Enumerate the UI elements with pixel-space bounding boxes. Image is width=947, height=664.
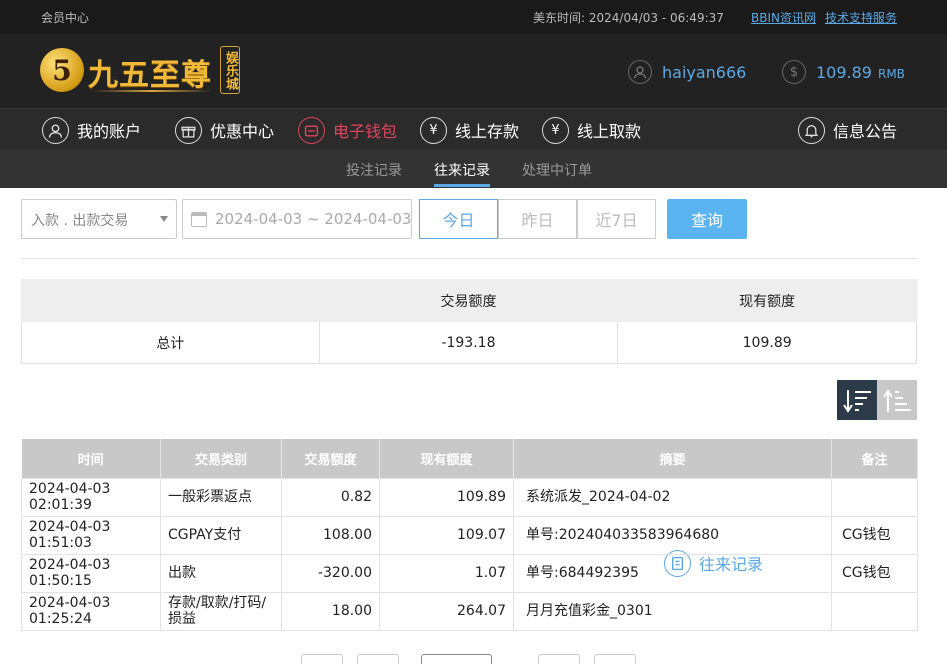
summary-table: 交易额度 现有额度 总计 -193.18 109.89 xyxy=(21,279,917,364)
cell-time: 2024-04-03 01:50:15 xyxy=(21,553,161,593)
header: 5 九五至尊 娱乐城 haiyan666 $ 109.89 RMB xyxy=(0,34,947,108)
records-table: 时间 交易类别 交易额度 现有额度 摘要 备注 2024-04-03 02:01… xyxy=(21,439,918,631)
cell-summary: 系统派发_2024-04-02 xyxy=(513,477,832,517)
cell-balance: 109.07 xyxy=(379,515,514,555)
col-remark[interactable]: 备注 xyxy=(831,439,918,478)
transaction-type-select[interactable]: 入款 . 出款交易 xyxy=(21,199,177,239)
bell-icon xyxy=(798,116,825,144)
dollar-icon: $ xyxy=(782,60,806,84)
sort-ascending-button[interactable] xyxy=(877,380,917,420)
tab-bet-records[interactable]: 投注记录 xyxy=(346,160,402,180)
calendar-icon xyxy=(191,211,207,227)
cell-remark xyxy=(831,591,918,631)
summary-total-balance: 109.89 xyxy=(617,321,917,364)
summary-total-row: 总计 -193.18 109.89 xyxy=(21,321,917,364)
col-amount[interactable]: 交易额度 xyxy=(281,439,380,478)
cell-time: 2024-04-03 01:25:24 xyxy=(21,591,161,631)
cell-amount: 108.00 xyxy=(281,515,380,555)
gift-icon xyxy=(175,116,202,144)
summary-header-empty xyxy=(21,279,320,322)
pager-current[interactable] xyxy=(421,654,492,664)
cell-remark: CG钱包 xyxy=(831,515,918,555)
site-logo[interactable]: 5 九五至尊 娱乐城 xyxy=(40,44,240,98)
username: haiyan666 xyxy=(662,62,747,82)
cell-summary: 单号:202404033583964680 xyxy=(513,515,832,555)
summary-total-label: 总计 xyxy=(21,321,320,364)
member-center-label[interactable]: 会员中心 xyxy=(41,9,89,26)
table-row: 2024-04-03 01:25:24 存款/取款/打码/损益 18.00 26… xyxy=(21,591,918,631)
cell-time: 2024-04-03 01:51:03 xyxy=(21,515,161,555)
cell-amount: 18.00 xyxy=(281,591,380,631)
cell-type: 一般彩票返点 xyxy=(160,477,282,517)
cell-balance: 264.07 xyxy=(379,591,514,631)
cell-summary: 单号:684492395 xyxy=(513,553,832,593)
user-icon xyxy=(42,116,69,144)
logo-ornament xyxy=(92,90,212,92)
tab-pending-orders[interactable]: 处理中订单 xyxy=(522,160,592,180)
main-nav: 我的账户 优惠中心 电子钱包 ¥ 线上存款 ¥ 线上取款 往来记录 信息公告 xyxy=(0,108,947,577)
balance-value: 109.89 xyxy=(816,62,872,82)
cell-balance: 109.89 xyxy=(379,477,514,517)
nav-online-deposit[interactable]: ¥ 线上存款 xyxy=(420,115,519,145)
nav-online-withdraw[interactable]: ¥ 线上取款 xyxy=(542,115,641,145)
summary-header-amount: 交易额度 xyxy=(318,279,619,322)
cell-amount: 0.82 xyxy=(281,477,380,517)
tab-transaction-records[interactable]: 往来记录 xyxy=(434,160,490,187)
query-button[interactable]: 查询 xyxy=(667,199,747,239)
sort-desc-icon xyxy=(843,388,871,413)
summary-total-amount: -193.18 xyxy=(318,321,619,364)
user-info[interactable]: haiyan666 xyxy=(628,60,746,84)
nav-announcements[interactable]: 信息公告 xyxy=(798,115,897,145)
pager-last-button[interactable] xyxy=(594,654,636,664)
user-icon xyxy=(628,60,652,84)
records-header-row: 时间 交易类别 交易额度 现有额度 摘要 备注 xyxy=(21,439,918,478)
tech-support-link[interactable]: 技术支持服务 xyxy=(825,9,897,26)
cell-summary: 月月充值彩金_0301 xyxy=(513,591,832,631)
last-7-days-button[interactable]: 近7日 xyxy=(577,199,656,239)
nav-my-account[interactable]: 我的账户 xyxy=(42,115,141,145)
bbin-info-link[interactable]: BBIN资讯网 xyxy=(751,9,816,26)
withdraw-icon: ¥ xyxy=(542,116,569,144)
logo-badge: 娱乐城 xyxy=(220,46,240,94)
col-type[interactable]: 交易类别 xyxy=(160,439,282,478)
summary-header-row: 交易额度 现有额度 xyxy=(21,279,917,322)
server-time: 美东时间: 2024/04/03 - 06:49:37 xyxy=(533,11,724,25)
cell-type: 出款 xyxy=(160,553,282,593)
col-summary[interactable]: 摘要 xyxy=(513,439,832,478)
cell-amount: -320.00 xyxy=(281,553,380,593)
cell-remark xyxy=(831,477,918,517)
nav-promotions[interactable]: 优惠中心 xyxy=(175,115,274,145)
table-row: 2024-04-03 02:01:39 一般彩票返点 0.82 109.89 系… xyxy=(21,477,918,517)
logo-coin-icon: 5 xyxy=(40,48,84,92)
sort-asc-icon xyxy=(883,388,911,412)
col-balance[interactable]: 现有额度 xyxy=(379,439,514,478)
cell-remark: CG钱包 xyxy=(831,553,918,593)
table-row: 2024-04-03 01:50:15 出款 -320.00 1.07 单号:6… xyxy=(21,553,918,593)
today-button[interactable]: 今日 xyxy=(419,199,498,239)
pager-first-button[interactable] xyxy=(301,654,343,664)
cell-type: CGPAY支付 xyxy=(160,515,282,555)
balance-info: $ 109.89 RMB xyxy=(782,60,905,84)
date-range-input[interactable]: 2024-04-03 ~ 2024-04-03 xyxy=(182,199,412,239)
cell-balance: 1.07 xyxy=(379,553,514,593)
divider xyxy=(21,258,917,259)
chevron-down-icon xyxy=(160,216,168,222)
top-bar: 会员中心 美东时间: 2024/04/03 - 06:49:37 BBIN资讯网… xyxy=(0,0,947,34)
wallet-icon xyxy=(298,116,325,144)
yesterday-button[interactable]: 昨日 xyxy=(498,199,577,239)
cell-time: 2024-04-03 02:01:39 xyxy=(21,477,161,517)
pager-next-button[interactable] xyxy=(538,654,580,664)
summary-header-balance: 现有额度 xyxy=(617,279,917,322)
pager-prev-button[interactable] xyxy=(357,654,399,664)
deposit-icon: ¥ xyxy=(420,116,447,144)
logo-text: 九五至尊 xyxy=(88,58,212,93)
cell-type: 存款/取款/打码/损益 xyxy=(160,591,282,631)
filter-bar: 入款 . 出款交易 2024-04-03 ~ 2024-04-03 今日 昨日 … xyxy=(21,199,921,239)
nav-e-wallet[interactable]: 电子钱包 xyxy=(298,115,397,145)
sort-descending-button[interactable] xyxy=(837,380,877,420)
col-time[interactable]: 时间 xyxy=(21,439,161,478)
table-row: 2024-04-03 01:51:03 CGPAY支付 108.00 109.0… xyxy=(21,515,918,555)
sub-nav: 投注记录 往来记录 处理中订单 xyxy=(0,150,947,188)
currency-label: RMB xyxy=(877,66,905,81)
